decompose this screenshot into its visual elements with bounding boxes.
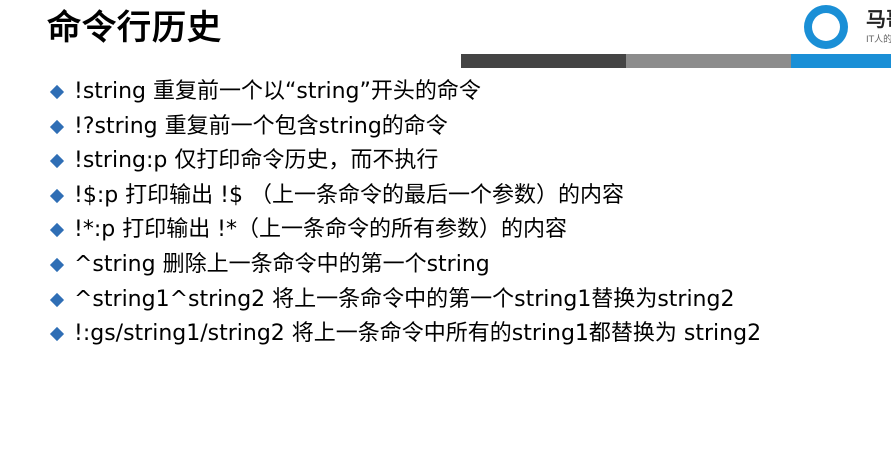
list-item-text: !$:p 打印输出 !$ （上一条命令的最后一个参数）的内容 bbox=[74, 182, 624, 208]
logo-tagline: IT人的 bbox=[866, 35, 891, 45]
list-item-text: !string 重复前一个以“string”开头的命令 bbox=[74, 79, 481, 104]
logo-icon bbox=[804, 5, 848, 49]
diamond-bullet-icon bbox=[49, 188, 65, 203]
bullet-list: !string 重复前一个以“string”开头的命令 !?string 重复前… bbox=[49, 76, 762, 353]
list-item: !?string 重复前一个包含string的命令 bbox=[49, 111, 761, 146]
diamond-bullet-icon bbox=[49, 84, 65, 100]
slide-title: 命令行历史 bbox=[47, 8, 222, 48]
diamond-bullet-icon bbox=[49, 327, 65, 342]
list-item-text: !*:p 打印输出 !*（上一条命令的所有参数）的内容 bbox=[74, 217, 568, 243]
list-item: !string:p 仅打印命令历史，而不执行 bbox=[49, 145, 761, 180]
brand-logo: 马哥 IT人的 bbox=[802, 2, 891, 50]
list-item-text: ^string 删除上一条命令中的第一个string bbox=[74, 251, 490, 277]
list-item: !*:p 打印输出 !*（上一条命令的所有参数）的内容 bbox=[49, 214, 761, 249]
list-item-text: !string:p 仅打印命令历史，而不执行 bbox=[74, 148, 439, 174]
header-bar-blue bbox=[791, 54, 891, 68]
header-bar-gray bbox=[626, 54, 791, 68]
slide: 命令行历史 马哥 IT人的 !string 重复前一个以“string”开头的命… bbox=[0, 0, 891, 469]
list-item-text: !:gs/string1/string2 将上一条命令中所有的string1都替… bbox=[74, 321, 762, 347]
list-item: !$:p 打印输出 !$ （上一条命令的最后一个参数）的内容 bbox=[49, 180, 761, 215]
list-item: !:gs/string1/string2 将上一条命令中所有的string1都替… bbox=[49, 318, 762, 353]
header-bar-dark bbox=[461, 54, 626, 68]
list-item: ^string1^string2 将上一条命令中的第一个string1替换为st… bbox=[49, 284, 761, 319]
diamond-bullet-icon bbox=[49, 119, 65, 134]
logo-name: 马哥 bbox=[866, 7, 891, 31]
diamond-bullet-icon bbox=[49, 154, 65, 169]
list-item-text: ^string1^string2 将上一条命令中的第一个string1替换为st… bbox=[74, 286, 735, 312]
diamond-bullet-icon bbox=[49, 257, 65, 273]
list-item-text: !?string 重复前一个包含string的命令 bbox=[74, 113, 448, 139]
diamond-bullet-icon bbox=[49, 223, 65, 238]
list-item: ^string 删除上一条命令中的第一个string bbox=[49, 249, 761, 284]
list-item: !string 重复前一个以“string”开头的命令 bbox=[49, 76, 761, 111]
diamond-bullet-icon bbox=[49, 292, 65, 307]
